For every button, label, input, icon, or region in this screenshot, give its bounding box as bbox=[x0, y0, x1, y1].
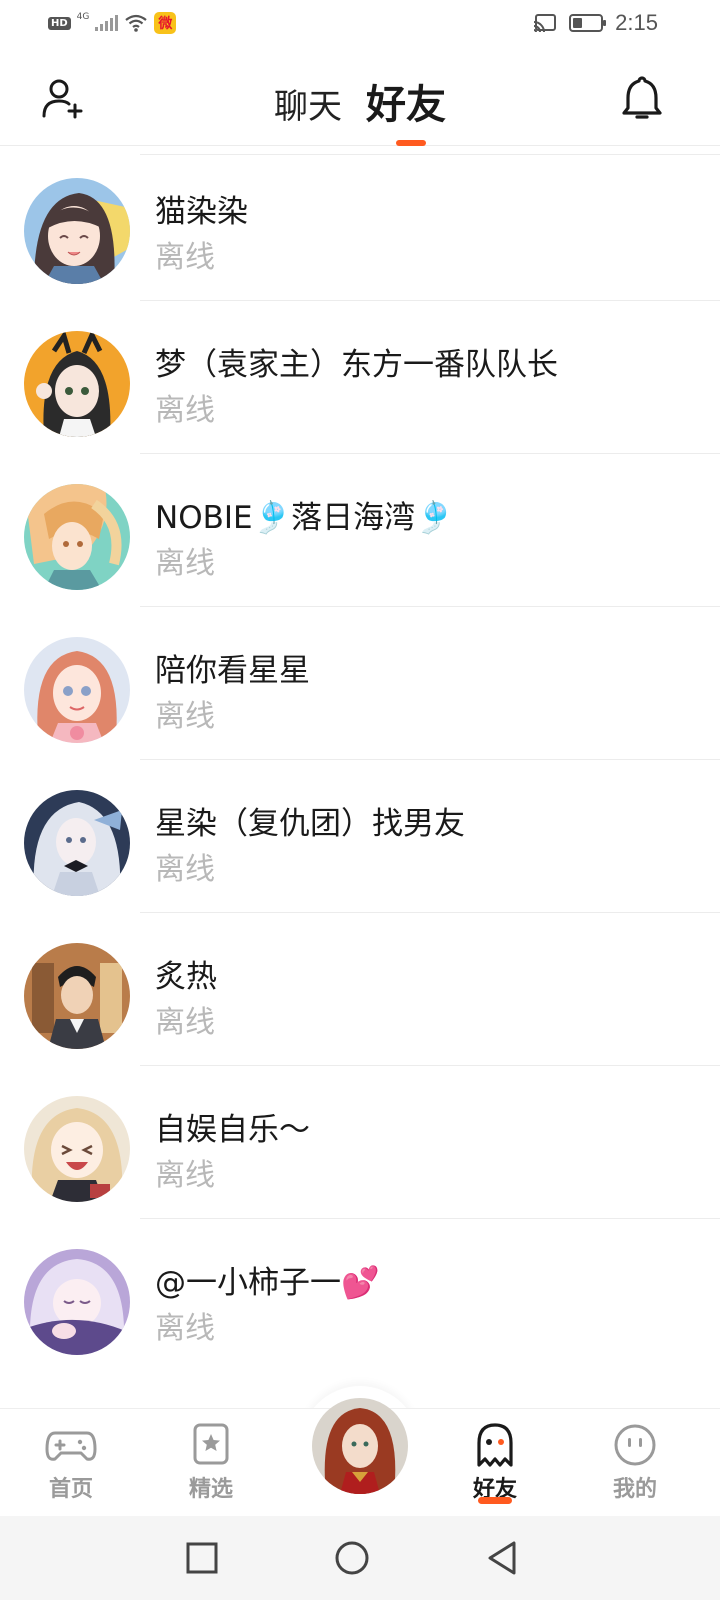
friend-item[interactable]: NOBIE🎐落日海湾🎐 离线 bbox=[0, 454, 720, 607]
friend-item[interactable]: 星染（复仇团）找男友 离线 bbox=[0, 760, 720, 913]
bell-icon[interactable] bbox=[620, 74, 664, 122]
cast-icon bbox=[533, 14, 557, 33]
active-tab-indicator bbox=[396, 140, 426, 146]
friend-item[interactable]: 梦（袁家主）东方一番队队长 离线 bbox=[0, 301, 720, 454]
square-icon[interactable] bbox=[180, 1536, 224, 1580]
tab-chat[interactable]: 聊天 bbox=[274, 79, 342, 128]
center-avatar-button[interactable] bbox=[312, 1398, 408, 1494]
friend-status: 离线 bbox=[155, 699, 215, 734]
star-bookmark-icon bbox=[193, 1423, 229, 1465]
avatar[interactable] bbox=[24, 790, 130, 896]
weibo-icon: 微 bbox=[154, 12, 177, 34]
friend-name: @一小柿子一💕 bbox=[155, 1265, 380, 1301]
friend-item[interactable]: 自娱自乐～ 离线 bbox=[0, 1066, 720, 1219]
status-left: HD 4G 微 bbox=[48, 12, 177, 34]
friend-status: 离线 bbox=[155, 1158, 215, 1193]
tab-friends[interactable]: 好友 bbox=[366, 72, 446, 130]
friend-status: 离线 bbox=[155, 546, 215, 581]
friend-item[interactable]: 陪你看星星 离线 bbox=[0, 607, 720, 760]
nav-home[interactable]: 首页 bbox=[16, 1409, 126, 1517]
battery-icon bbox=[569, 14, 607, 32]
back-triangle-icon[interactable] bbox=[480, 1536, 524, 1580]
circle-icon[interactable] bbox=[330, 1536, 374, 1580]
friend-status: 离线 bbox=[155, 1005, 215, 1040]
avatar[interactable] bbox=[24, 484, 130, 590]
battery-level bbox=[573, 18, 583, 28]
network-type: 4G bbox=[76, 12, 90, 22]
system-nav-bar bbox=[0, 1516, 720, 1600]
nav-featured[interactable]: 精选 bbox=[156, 1409, 266, 1517]
face-icon bbox=[614, 1424, 656, 1466]
friend-status: 离线 bbox=[155, 852, 215, 887]
wifi-icon bbox=[125, 14, 148, 32]
nav-label: 我的 bbox=[612, 1477, 657, 1502]
avatar[interactable] bbox=[24, 331, 130, 437]
avatar[interactable] bbox=[24, 943, 130, 1049]
gamepad-icon bbox=[45, 1431, 97, 1461]
avatar[interactable] bbox=[24, 1249, 130, 1355]
friend-name: 猫染染 bbox=[155, 194, 248, 230]
avatar[interactable] bbox=[24, 178, 130, 284]
friend-item[interactable]: 猫染染 离线 bbox=[0, 148, 720, 301]
avatar[interactable] bbox=[24, 637, 130, 743]
friend-name: 自娱自乐～ bbox=[155, 1112, 310, 1148]
hd-badge: HD bbox=[48, 16, 71, 30]
friend-status: 离线 bbox=[155, 1311, 215, 1346]
friend-status: 离线 bbox=[155, 240, 215, 275]
top-tabs: 聊天 好友 bbox=[0, 72, 720, 130]
friend-name: 炙热 bbox=[155, 959, 217, 995]
signal-icon bbox=[95, 15, 119, 31]
status-bar: HD 4G 微 2:15 bbox=[0, 0, 720, 50]
friend-name: 陪你看星星 bbox=[155, 653, 310, 689]
top-header: 聊天 好友 bbox=[0, 50, 720, 146]
friend-item[interactable]: @一小柿子一💕 离线 bbox=[0, 1219, 720, 1372]
nav-friends[interactable]: 好友 bbox=[440, 1409, 550, 1517]
nav-label: 首页 bbox=[48, 1477, 93, 1502]
friend-status: 离线 bbox=[155, 393, 215, 428]
ghost-icon bbox=[477, 1423, 513, 1467]
active-nav-indicator bbox=[478, 1497, 512, 1504]
friend-name: NOBIE🎐落日海湾🎐 bbox=[155, 500, 454, 536]
avatar[interactable] bbox=[24, 1096, 130, 1202]
status-right: 2:15 bbox=[533, 10, 658, 36]
friend-name: 星染（复仇团）找男友 bbox=[155, 806, 465, 842]
nav-label: 精选 bbox=[188, 1477, 233, 1502]
friend-name: 梦（袁家主）东方一番队队长 bbox=[155, 347, 558, 383]
nav-me[interactable]: 我的 bbox=[580, 1409, 690, 1517]
clock: 2:15 bbox=[615, 10, 658, 35]
friend-item[interactable]: 炙热 离线 bbox=[0, 913, 720, 1066]
friend-list: 猫染染 离线 梦（袁家主）东方一番队队长 离线 NOBIE🎐落日海湾🎐 离线 陪… bbox=[0, 148, 720, 1372]
